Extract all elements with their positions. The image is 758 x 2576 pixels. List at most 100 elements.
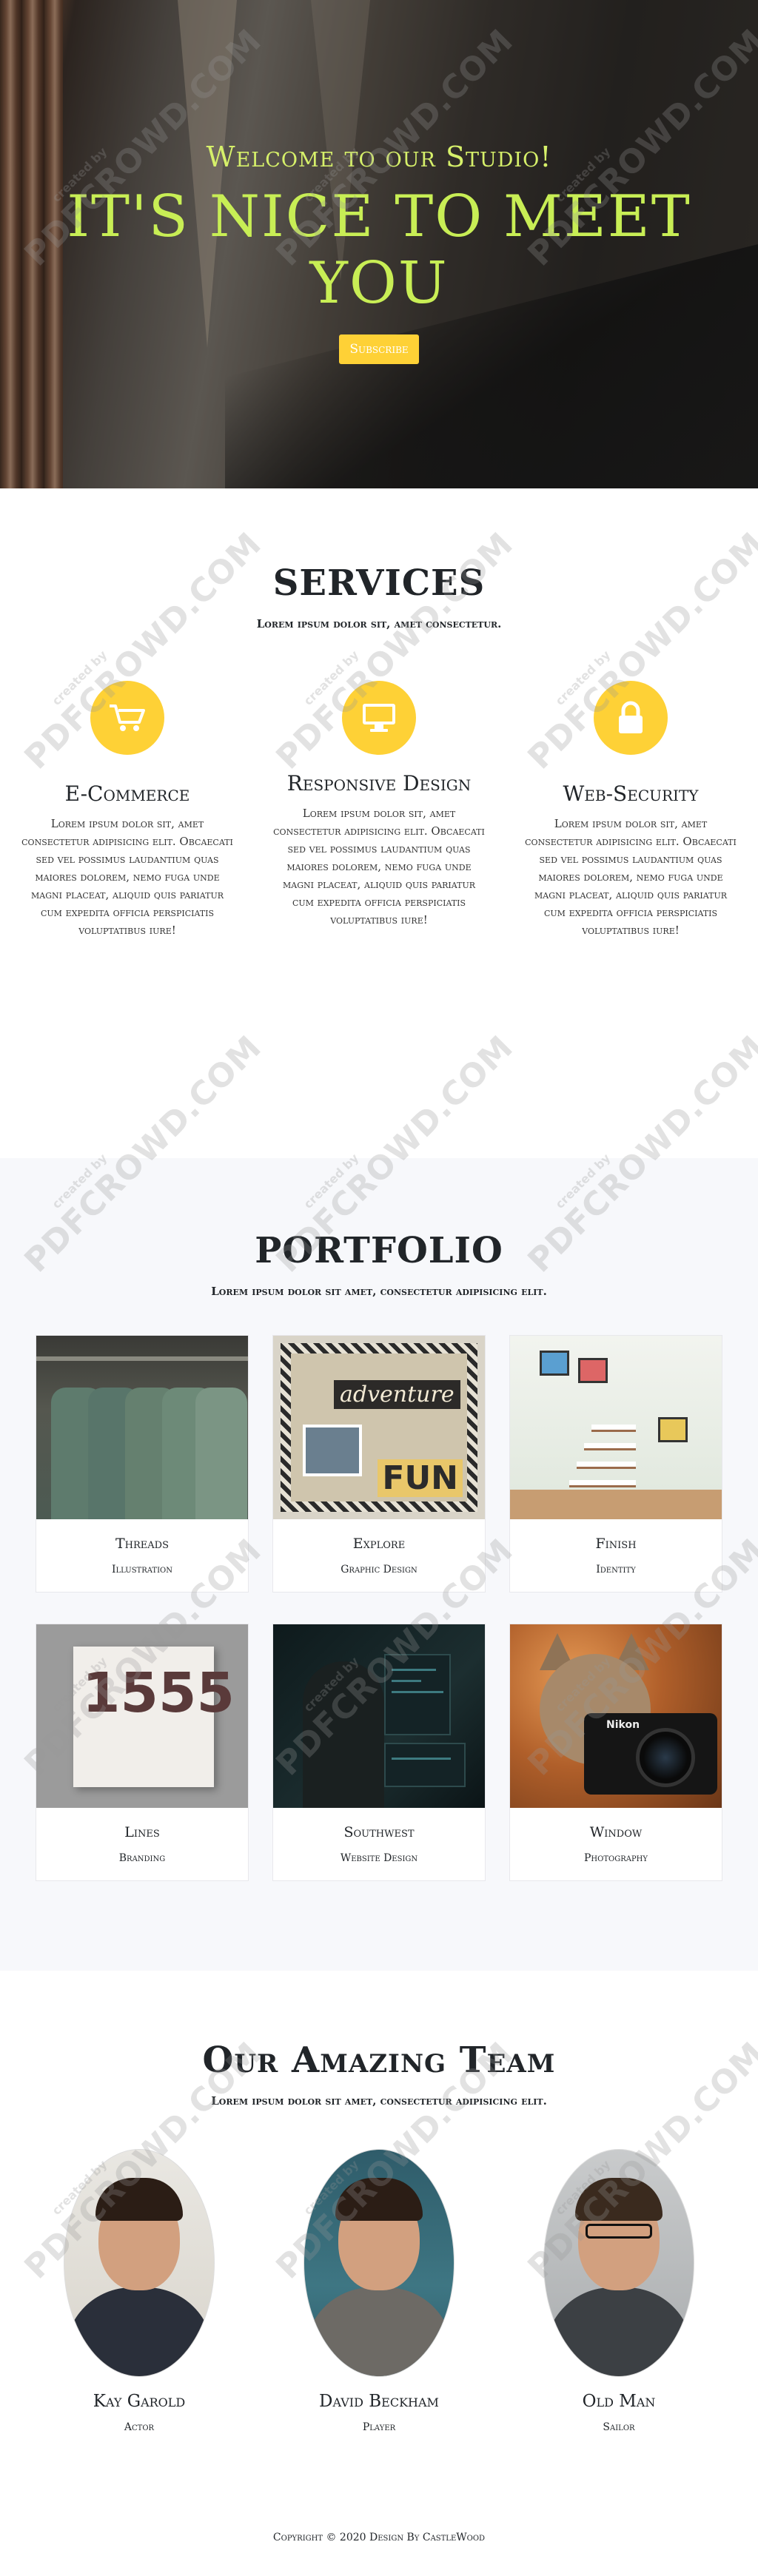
portfolio-section: PORTFOLIO Lorem ipsum dolor sit amet, co…	[0, 1158, 758, 1971]
portfolio-category: Photography	[584, 1852, 648, 1864]
portfolio-grid: Threads Illustration adventure FUN Explo…	[36, 1335, 722, 1881]
portfolio-item[interactable]: 1555 Lines Branding	[36, 1624, 249, 1881]
service-text: Lorem ipsum dolor sit, amet consectetur …	[21, 817, 233, 937]
portfolio-item[interactable]: Southwest Website Design	[272, 1624, 486, 1881]
portfolio-category: Branding	[118, 1852, 166, 1864]
service-title: Responsive Design	[286, 771, 472, 796]
services-heading: SERVICES	[272, 562, 486, 604]
portfolio-item[interactable]: adventure FUN Explore Graphic Design	[272, 1335, 486, 1593]
services-section: SERVICES Lorem ipsum dolor sit, amet con…	[0, 488, 758, 1158]
portfolio-caption: Window Photography	[510, 1808, 722, 1880]
portfolio-category: Illustration	[112, 1564, 172, 1575]
services-subheading: Lorem ipsum dolor sit, amet consectetur.	[256, 617, 502, 630]
poster-digits: 1555	[82, 1661, 235, 1725]
scrapbook-adventure-text: adventure	[334, 1380, 460, 1409]
portfolio-category: Website Design	[340, 1852, 418, 1864]
scrapbook-fun-text: FUN	[378, 1459, 463, 1497]
portfolio-image[interactable]: 1555	[36, 1624, 248, 1808]
team-subheading: Lorem ipsum dolor sit amet, consectetur …	[211, 2094, 547, 2108]
camera-brand: Nikon	[606, 1719, 640, 1731]
portfolio-category: Identity	[596, 1564, 636, 1575]
portfolio-image[interactable]	[36, 1336, 248, 1519]
subscribe-button[interactable]: Subscribe	[339, 334, 419, 364]
portfolio-title: Southwest	[343, 1824, 415, 1840]
stair-step	[577, 1462, 636, 1469]
hero-section: Welcome to our Studio! IT'S NICE TO MEET…	[0, 0, 758, 488]
service-item: Responsive Design Lorem ipsum dolor sit,…	[268, 681, 490, 939]
copyright-text: Copyright © 2020 Design By CastleWood	[272, 2532, 486, 2543]
avatar	[303, 2149, 455, 2377]
code-line	[392, 1669, 436, 1671]
avatar-body	[65, 2287, 213, 2376]
wall-picture	[658, 1417, 688, 1442]
laptop-icon	[342, 681, 416, 755]
portfolio-caption: Explore Graphic Design	[273, 1519, 485, 1592]
hero-heading: IT'S NICE TO MEET YOU	[67, 184, 691, 317]
footer: Copyright © 2020 Design By CastleWood	[0, 2524, 758, 2576]
member-name: David Beckham	[319, 2392, 439, 2411]
member-role: Player	[362, 2421, 396, 2433]
stairs-floor	[510, 1490, 722, 1519]
shirt-shape	[195, 1388, 247, 1519]
portfolio-image[interactable]: Nikon	[510, 1624, 722, 1808]
portfolio-caption: Southwest Website Design	[273, 1808, 485, 1880]
portfolio-image[interactable]: adventure FUN	[273, 1336, 485, 1519]
shopping-cart-icon	[90, 681, 164, 755]
avatar-hair	[95, 2178, 183, 2221]
team-list: Kay Garold Actor David Beckham Player Ol…	[59, 2149, 699, 2433]
laptop-screen	[384, 1743, 466, 1787]
portfolio-caption: Finish Identity	[510, 1519, 722, 1592]
portfolio-title: Explore	[352, 1536, 406, 1552]
stair-step	[591, 1425, 636, 1432]
camera-lens	[636, 1728, 695, 1787]
code-line	[392, 1680, 421, 1682]
monitor-screen	[384, 1654, 451, 1735]
hero-content: Welcome to our Studio! IT'S NICE TO MEET…	[0, 141, 758, 364]
portfolio-title: Window	[589, 1824, 643, 1840]
wall-picture	[578, 1358, 608, 1383]
portfolio-caption: Lines Branding	[36, 1808, 248, 1880]
wall-picture	[540, 1351, 569, 1376]
service-title: E-Commerce	[64, 781, 190, 806]
avatar	[64, 2149, 215, 2377]
code-line	[392, 1758, 451, 1760]
portfolio-subheading: Lorem ipsum dolor sit amet, consectetur …	[211, 1285, 547, 1298]
scrapbook-photo	[303, 1425, 362, 1476]
portfolio-caption: Threads Illustration	[36, 1519, 248, 1592]
portfolio-item[interactable]: Threads Illustration	[36, 1335, 249, 1593]
team-section: Our Amazing Team Lorem ipsum dolor sit a…	[0, 1971, 758, 2524]
avatar-body	[305, 2287, 453, 2376]
avatar-hair	[575, 2178, 663, 2221]
code-line	[392, 1691, 443, 1693]
avatar-body	[545, 2287, 693, 2376]
team-member: Old Man Sailor	[539, 2149, 699, 2433]
member-role: Sailor	[603, 2421, 635, 2433]
avatar	[543, 2149, 694, 2377]
avatar-hair	[335, 2178, 423, 2221]
service-item: Web-Security Lorem ipsum dolor sit, amet…	[520, 681, 742, 939]
lock-icon	[594, 681, 668, 755]
portfolio-heading: PORTFOLIO	[255, 1230, 503, 1271]
stair-step	[584, 1443, 636, 1450]
hero-subheading: Welcome to our Studio!	[206, 141, 552, 173]
portfolio-image[interactable]	[273, 1624, 485, 1808]
portfolio-category: Graphic Design	[341, 1564, 417, 1575]
member-name: Old Man	[582, 2392, 656, 2411]
person-silhouette	[303, 1661, 384, 1808]
portfolio-item[interactable]: Finish Identity	[509, 1335, 722, 1593]
team-heading: Our Amazing Team	[202, 2039, 556, 2081]
team-member: David Beckham Player	[299, 2149, 459, 2433]
stair-step	[569, 1480, 636, 1487]
service-item: E-Commerce Lorem ipsum dolor sit, amet c…	[16, 681, 238, 939]
member-name: Kay Garold	[93, 2392, 186, 2411]
portfolio-image[interactable]	[510, 1336, 722, 1519]
clothes-rod	[36, 1356, 248, 1361]
service-title: Web-Security	[563, 781, 699, 806]
portfolio-title: Lines	[124, 1824, 160, 1840]
avatar-glasses	[586, 2224, 652, 2239]
portfolio-title: Finish	[595, 1536, 637, 1552]
service-text: Lorem ipsum dolor sit, amet consectetur …	[525, 817, 737, 937]
portfolio-item[interactable]: Nikon Window Photography	[509, 1624, 722, 1881]
portfolio-title: Threads	[115, 1536, 169, 1552]
member-role: Actor	[124, 2421, 155, 2433]
